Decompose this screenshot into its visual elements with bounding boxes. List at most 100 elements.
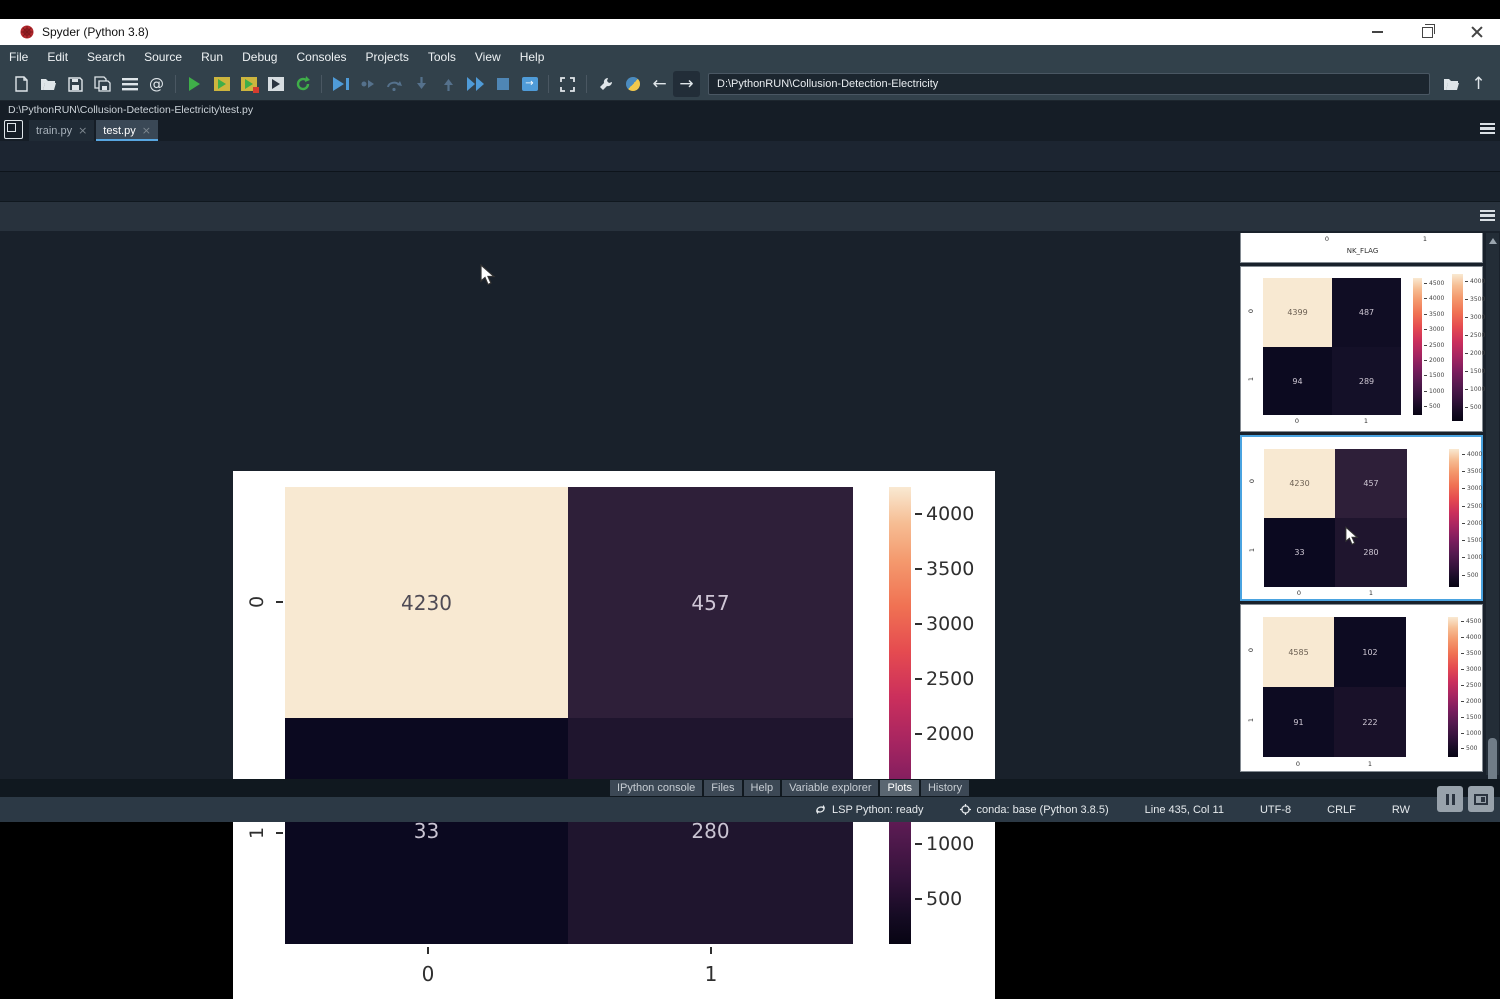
main-plot-figure[interactable]: 4230 457 33 280 0 1 0 1 4000 3500 3000 2… (233, 471, 995, 999)
colorbar-tick: 3500 (1424, 310, 1444, 318)
plots-options-menu-icon[interactable] (1480, 210, 1495, 221)
run-cell-advance-icon[interactable] (235, 71, 262, 97)
panel-view-button[interactable] (1468, 786, 1494, 812)
rerun-cell-icon[interactable] (289, 71, 316, 97)
x-tick-label: 0 (1291, 589, 1307, 597)
window-title: Spyder (Python 3.8) (42, 25, 149, 39)
current-file-path: D:\PythonRUN\Collusion-Detection-Electri… (8, 104, 253, 116)
lsp-status: LSP Python: ready (815, 804, 924, 816)
heatmap-cell: 4230 (1264, 449, 1335, 518)
cell-value: 4230 (1289, 479, 1309, 488)
minimize-button[interactable] (1358, 19, 1396, 45)
preferences-wrench-icon[interactable] (592, 71, 619, 97)
menu-debug[interactable]: Debug (242, 50, 277, 64)
colorbar-tick: 2500 (1465, 331, 1485, 339)
colorbar-tick: 3500 (1461, 649, 1481, 657)
menu-consoles[interactable]: Consoles (296, 50, 346, 64)
forward-icon[interactable]: → (673, 71, 700, 97)
close-button[interactable] (1458, 19, 1496, 45)
heatmap-cell: 280 (568, 718, 853, 944)
parent-directory-icon[interactable]: ↑ (1465, 71, 1492, 97)
title-bar: Spyder (Python 3.8) (0, 19, 1500, 45)
colorbar-tick-label: 500 (1429, 403, 1440, 410)
tab-ipython-console[interactable]: IPython console (610, 780, 702, 796)
menu-run[interactable]: Run (201, 50, 223, 64)
restore-button[interactable] (1408, 19, 1446, 45)
colorbar-tick: 2500 (915, 669, 974, 689)
colorbar-tick: 2500 (1461, 681, 1481, 689)
back-icon[interactable]: ← (646, 71, 673, 97)
continue-icon[interactable] (462, 71, 489, 97)
debug-file-icon[interactable] (327, 71, 354, 97)
menu-edit[interactable]: Edit (47, 50, 68, 64)
editor-pane[interactable]: 417 (0, 141, 1500, 171)
file-switcher-icon[interactable] (116, 71, 143, 97)
save-icon[interactable] (62, 71, 89, 97)
thumbnails-scrollbar[interactable] (1486, 233, 1499, 775)
heatmap-cell: 457 (1335, 449, 1407, 518)
symbol-finder-icon[interactable]: @ (143, 71, 170, 97)
browse-tabs-icon[interactable] (4, 120, 23, 139)
tab-history[interactable]: History (921, 780, 969, 796)
plot-thumbnail-1[interactable]: 4399 487 94 289 0 1 0 1 4500 4000 3500 3… (1240, 266, 1483, 432)
scroll-up-icon[interactable] (1489, 238, 1497, 244)
step-return-icon[interactable] (435, 71, 462, 97)
x-tick-mark (427, 947, 429, 954)
pythonpath-icon[interactable] (619, 71, 646, 97)
menu-search[interactable]: Search (87, 50, 125, 64)
working-directory-input[interactable] (708, 73, 1430, 95)
debug-cell-icon[interactable] (354, 71, 381, 97)
plot-thumbnail-2-selected[interactable]: 4230 457 33 280 0 1 0 1 4000 3500 3000 2… (1240, 435, 1483, 601)
close-tab-icon[interactable]: × (142, 124, 151, 137)
browse-folder-icon[interactable] (1438, 71, 1465, 97)
colorbar-tick: 1000 (1424, 387, 1444, 395)
tab-test-py[interactable]: test.py × (96, 120, 158, 141)
tab-label: train.py (36, 125, 72, 137)
tab-files[interactable]: Files (704, 780, 741, 796)
colorbar (1448, 617, 1458, 757)
pause-button[interactable] (1437, 786, 1463, 812)
tab-help[interactable]: Help (744, 780, 781, 796)
menu-file[interactable]: File (9, 50, 28, 64)
new-file-icon[interactable] (8, 71, 35, 97)
run-selection-icon[interactable] (262, 71, 289, 97)
step-into-icon[interactable] (408, 71, 435, 97)
colorbar-tick: 2000 (1465, 349, 1485, 357)
step-over-icon[interactable] (381, 71, 408, 97)
maximize-pane-icon[interactable] (554, 71, 581, 97)
tab-variable-explorer[interactable]: Variable explorer (782, 780, 878, 796)
close-tab-icon[interactable]: × (78, 124, 87, 137)
colorbar-tick: 4000 (1462, 450, 1482, 458)
tab-plots[interactable]: Plots (880, 780, 918, 796)
pane-tab-bar: IPython console Files Help Variable expl… (0, 779, 1500, 797)
colorbar-tick-label: 4500 (1429, 280, 1444, 287)
plot-thumbnail-partial[interactable]: 0 1 NK_FLAG (1240, 233, 1483, 263)
run-cell-icon[interactable] (208, 71, 235, 97)
menu-tools[interactable]: Tools (428, 50, 456, 64)
save-all-icon[interactable] (89, 71, 116, 97)
editor-options-menu-icon[interactable] (1480, 123, 1495, 134)
tab-label: test.py (103, 125, 135, 137)
stop-debug-icon[interactable] (489, 71, 516, 97)
plots-pane: 4230 457 33 280 0 1 0 1 4000 3500 3000 2… (0, 231, 1500, 779)
toolbar-separator (175, 75, 176, 93)
run-file-icon[interactable] (181, 71, 208, 97)
open-file-icon[interactable] (35, 71, 62, 97)
colorbar-tick-label: 2500 (1470, 332, 1485, 339)
thumbnail-heatmap: 4399 487 94 289 (1263, 278, 1401, 415)
heatmap-cell: 487 (1332, 278, 1401, 347)
colorbar-tick-label: 1500 (1429, 372, 1444, 379)
environment-icon (960, 804, 971, 815)
plot-thumbnail-3[interactable]: 4585 102 91 222 0 1 0 1 4500 4000 3500 3… (1240, 604, 1483, 772)
toolbar-separator (321, 75, 322, 93)
menu-projects[interactable]: Projects (366, 50, 409, 64)
y-tick-label: 0 (245, 590, 269, 614)
tab-train-py[interactable]: train.py × (29, 120, 94, 141)
panel-arrow-icon[interactable]: → (516, 71, 543, 97)
menu-source[interactable]: Source (144, 50, 182, 64)
cell-value: 4585 (1288, 648, 1308, 657)
menu-help[interactable]: Help (520, 50, 545, 64)
colorbar-tick-label: 3500 (1467, 468, 1482, 475)
menu-bar: File Edit Search Source Run Debug Consol… (0, 45, 1500, 68)
menu-view[interactable]: View (475, 50, 501, 64)
